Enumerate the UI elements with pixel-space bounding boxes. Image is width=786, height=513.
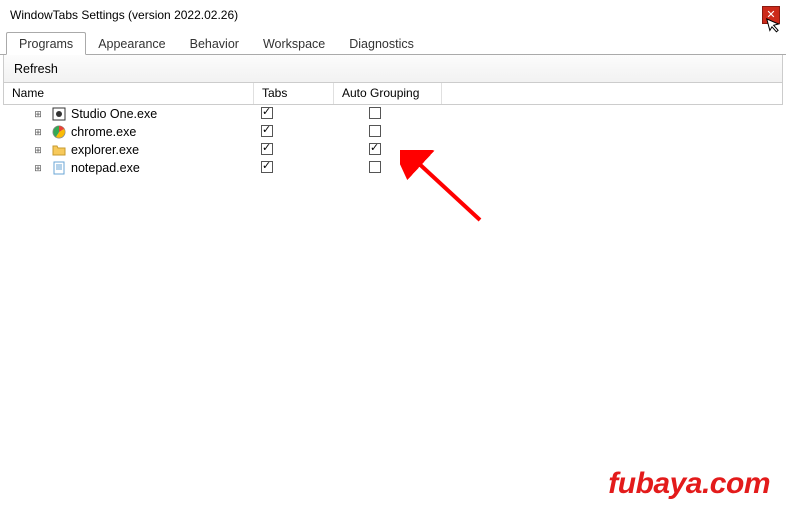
tree-expand-icon[interactable]: ⊞ xyxy=(31,163,45,174)
auto-checkbox-cell xyxy=(331,125,441,140)
tab-workspace[interactable]: Workspace xyxy=(251,33,337,54)
auto-grouping-checkbox[interactable] xyxy=(369,143,381,155)
auto-checkbox-cell xyxy=(331,107,441,122)
table-row[interactable]: ⊞ Studio One.exe xyxy=(3,105,783,123)
auto-grouping-checkbox[interactable] xyxy=(369,161,381,173)
close-button[interactable]: ✕ xyxy=(762,6,780,24)
watermark: fubaya.com xyxy=(608,467,770,501)
tabs-checkbox-cell xyxy=(251,107,331,122)
auto-checkbox-cell xyxy=(331,143,441,158)
tree-expand-icon[interactable]: ⊞ xyxy=(31,145,45,156)
table-row[interactable]: ⊞ chrome.exe xyxy=(3,123,783,141)
tab-diagnostics[interactable]: Diagnostics xyxy=(337,33,426,54)
table-row[interactable]: ⊞ notepad.exe xyxy=(3,159,783,177)
auto-checkbox-cell xyxy=(331,161,441,176)
titlebar: WindowTabs Settings (version 2022.02.26)… xyxy=(0,0,786,30)
tab-programs[interactable]: Programs xyxy=(6,32,86,55)
auto-grouping-checkbox[interactable] xyxy=(369,125,381,137)
list-body: ⊞Studio One.exe⊞chrome.exe⊞explorer.exe⊞… xyxy=(3,105,783,177)
list-header: Name Tabs Auto Grouping xyxy=(3,83,783,105)
close-icon: ✕ xyxy=(766,10,775,21)
tabs-checkbox[interactable] xyxy=(261,107,273,119)
file-name: Studio One.exe xyxy=(71,107,251,121)
window-title: WindowTabs Settings (version 2022.02.26) xyxy=(10,8,238,22)
column-tabs[interactable]: Tabs xyxy=(254,83,334,104)
chrome-icon xyxy=(51,124,67,140)
tabs-checkbox-cell xyxy=(251,143,331,158)
refresh-button[interactable]: Refresh xyxy=(14,62,58,76)
column-auto-grouping[interactable]: Auto Grouping xyxy=(334,83,442,104)
notepad-icon xyxy=(51,160,67,176)
tabs-checkbox-cell xyxy=(251,125,331,140)
tab-bar: Programs Appearance Behavior Workspace D… xyxy=(0,30,786,55)
toolbar: Refresh xyxy=(3,55,783,83)
auto-grouping-checkbox[interactable] xyxy=(369,107,381,119)
column-name[interactable]: Name xyxy=(4,83,254,104)
tab-behavior[interactable]: Behavior xyxy=(178,33,251,54)
column-spacer xyxy=(442,83,782,104)
file-name: notepad.exe xyxy=(71,161,251,175)
studio-icon xyxy=(51,106,67,122)
file-name: chrome.exe xyxy=(71,125,251,139)
tabs-checkbox-cell xyxy=(251,161,331,176)
tabs-checkbox[interactable] xyxy=(261,143,273,155)
tabs-checkbox[interactable] xyxy=(261,161,273,173)
tabs-checkbox[interactable] xyxy=(261,125,273,137)
file-name: explorer.exe xyxy=(71,143,251,157)
table-row[interactable]: ⊞ explorer.exe xyxy=(3,141,783,159)
tree-expand-icon[interactable]: ⊞ xyxy=(31,127,45,138)
tree-expand-icon[interactable]: ⊞ xyxy=(31,109,45,120)
explorer-icon xyxy=(51,142,67,158)
tab-appearance[interactable]: Appearance xyxy=(86,33,177,54)
